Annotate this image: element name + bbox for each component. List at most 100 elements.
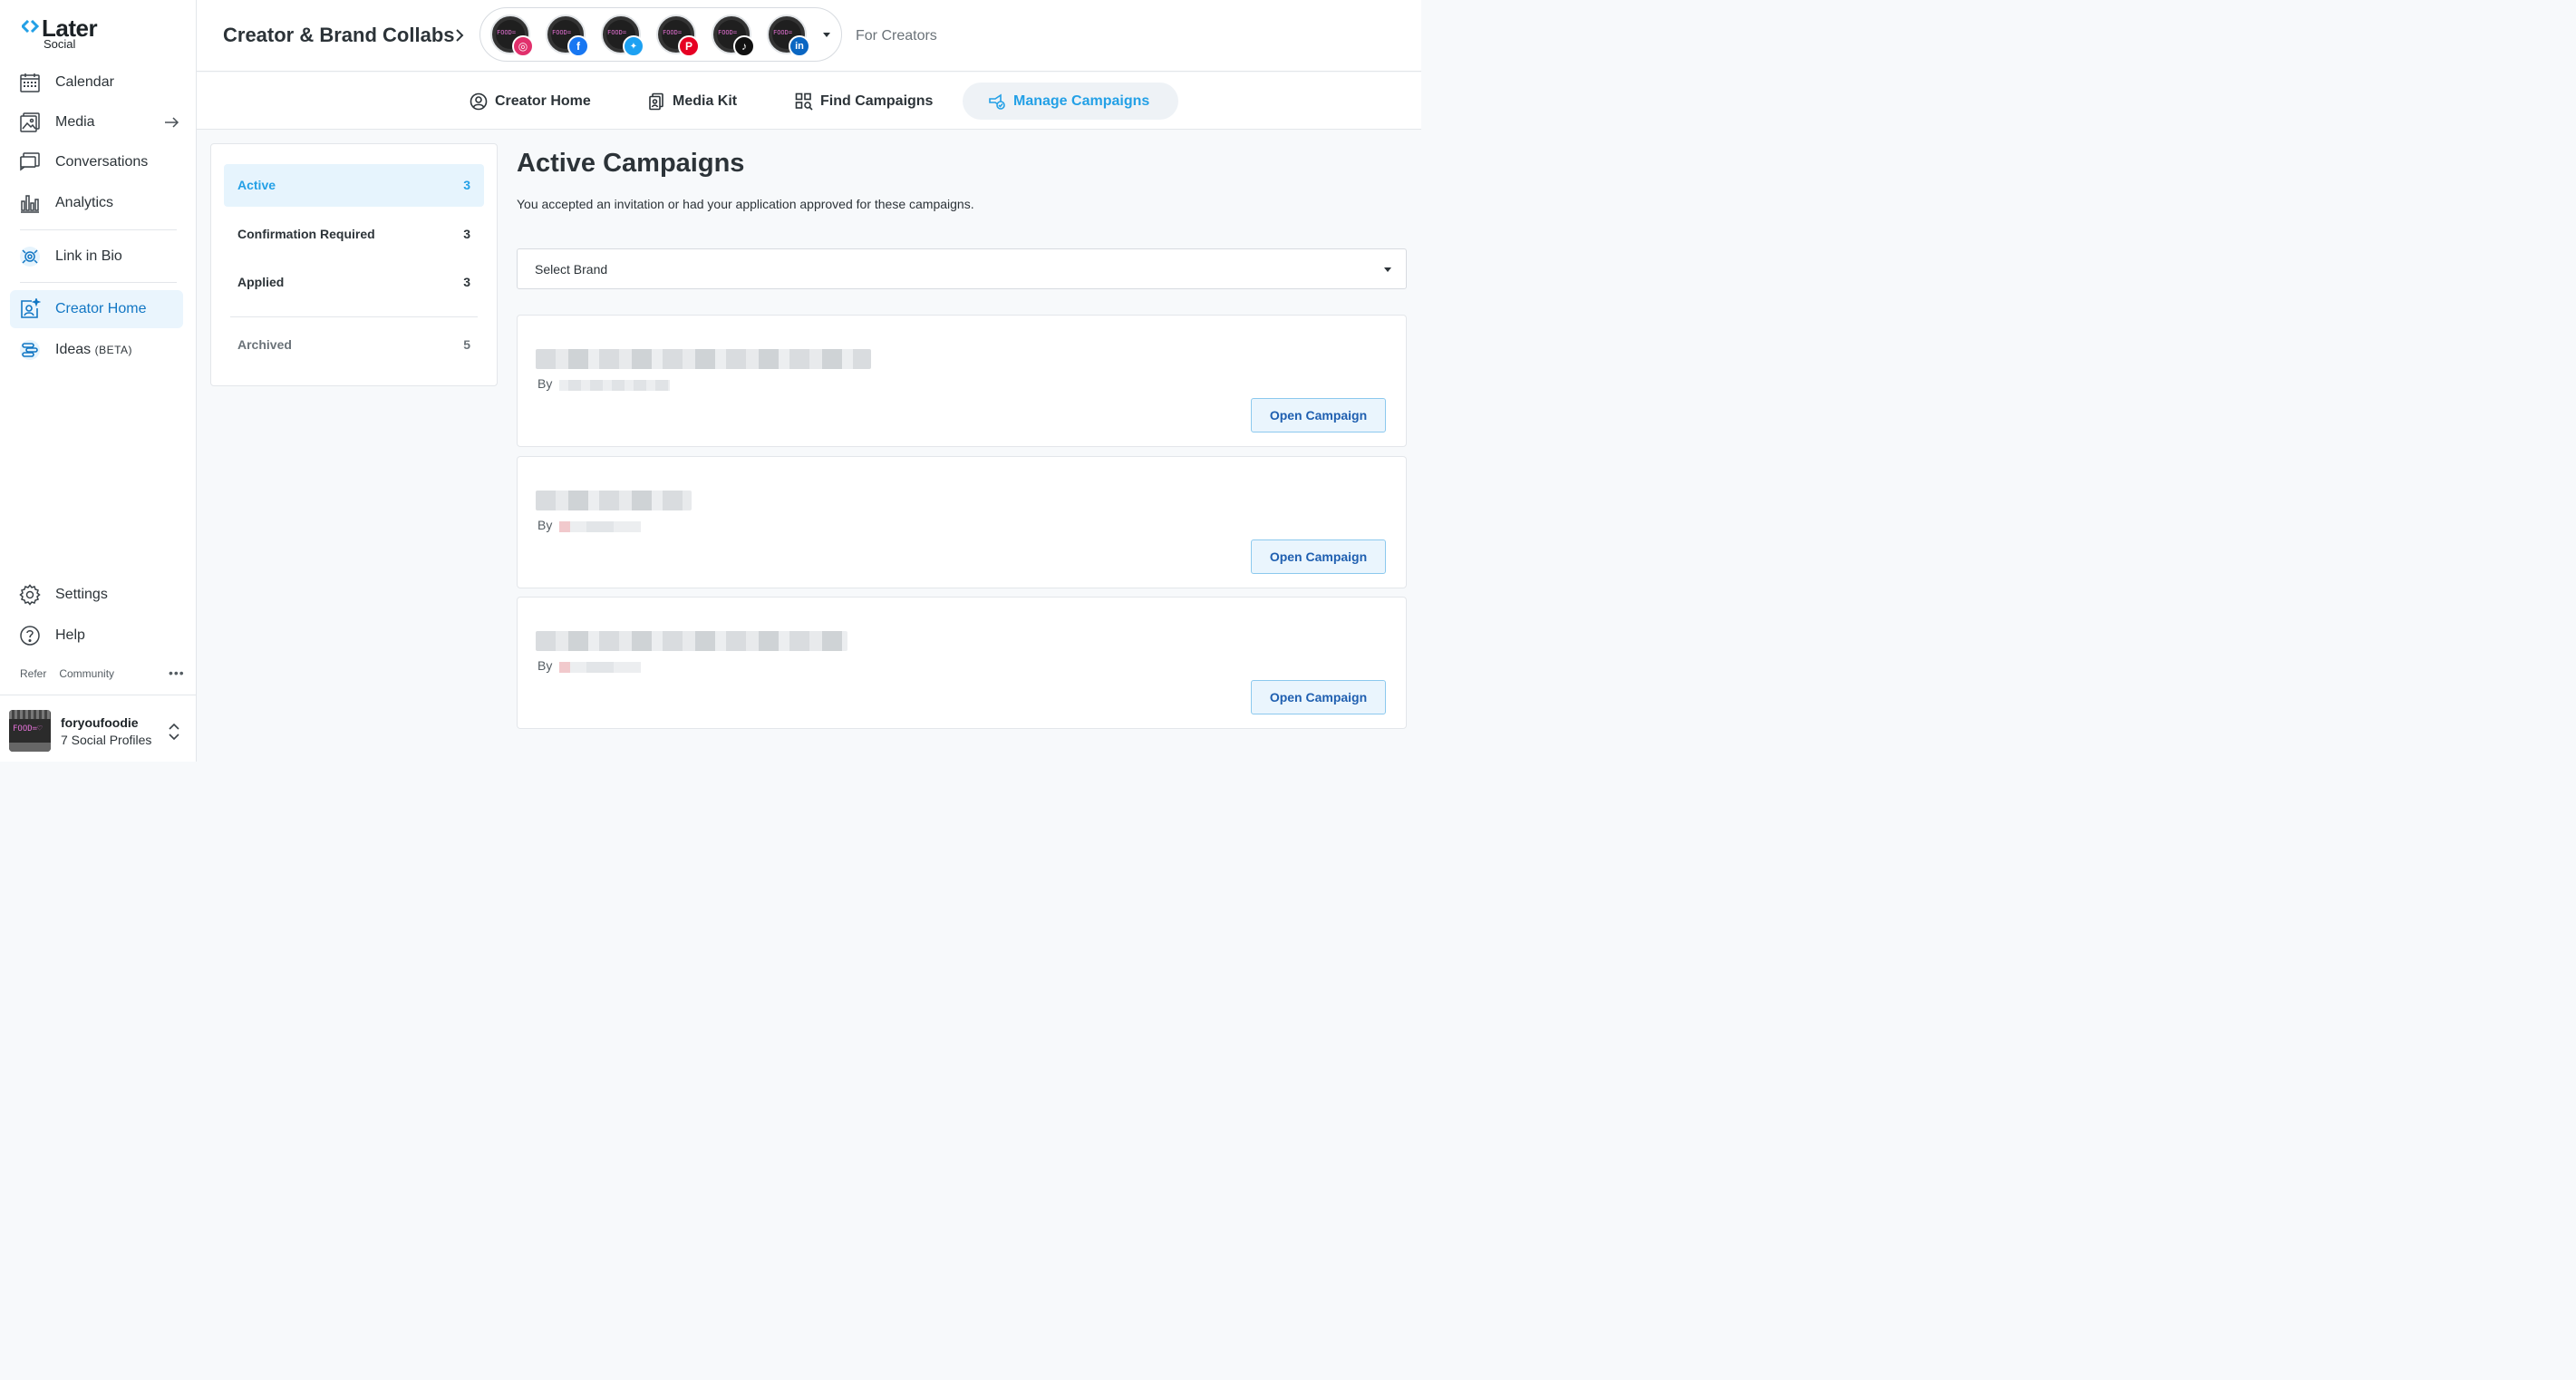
avatar: FOOD=♡ — [9, 710, 51, 752]
find-campaigns-icon — [795, 92, 813, 111]
sidebar-item-label: Settings — [55, 587, 108, 602]
twitter-icon: ✦ — [623, 35, 644, 57]
sidebar-item-ideas[interactable]: Ideas (BETA) — [10, 331, 183, 369]
filter-count: 3 — [463, 178, 470, 192]
filter-active[interactable]: Active 3 — [224, 164, 484, 207]
filter-archived[interactable]: Archived 5 — [224, 324, 484, 366]
social-profiles-selector[interactable]: FOOD= ◎ FOOD= f FOOD= ✦ FOOD= P FOOD= ♪ … — [479, 7, 842, 62]
facebook-icon: f — [567, 35, 589, 57]
profile-count: 7 Social Profiles — [61, 733, 152, 747]
media-icon — [20, 112, 40, 132]
campaign-brand-redacted — [559, 662, 641, 673]
sidebar-item-media[interactable]: Media — [10, 103, 183, 141]
campaign-filter-list: Active 3 Confirmation Required 3 Applied… — [210, 143, 498, 386]
pinterest-icon: P — [678, 35, 700, 57]
sidebar-item-link-in-bio[interactable]: Link in Bio — [10, 238, 183, 276]
campaign-card: By Open Campaign — [517, 597, 1407, 729]
filter-count: 3 — [463, 227, 470, 241]
beta-badge: (BETA) — [94, 344, 133, 356]
header: Creator & Brand Collabs FOOD= ◎ FOOD= f … — [197, 0, 1421, 72]
open-campaign-button[interactable]: Open Campaign — [1251, 680, 1386, 714]
sidebar-item-label: Creator Home — [55, 301, 147, 316]
caret-down-icon[interactable] — [823, 33, 830, 37]
page-title: Creator & Brand Collabs — [223, 24, 455, 46]
sidebar-item-creator-home[interactable]: Creator Home — [10, 290, 183, 328]
sidebar-divider — [20, 282, 177, 283]
later-logo-icon — [22, 20, 40, 33]
sidebar-item-label: Ideas (BETA) — [55, 342, 132, 358]
tab-find-campaigns[interactable]: Find Campaigns — [795, 83, 933, 120]
sidebar-item-label: Link in Bio — [55, 248, 122, 264]
caret-down-icon — [1384, 267, 1391, 272]
tab-label: Media Kit — [673, 92, 738, 109]
filter-label: Applied — [237, 275, 285, 289]
open-campaign-button[interactable]: Open Campaign — [1251, 398, 1386, 432]
instagram-icon: ◎ — [512, 35, 534, 57]
sidebar-item-label: Conversations — [55, 154, 149, 170]
sidebar-item-label: Help — [55, 627, 85, 643]
tab-label: Creator Home — [495, 92, 591, 109]
conversations-icon — [20, 152, 40, 171]
filter-label: Active — [237, 178, 276, 192]
footer-links: Refer Community — [20, 667, 114, 680]
campaign-title-redacted — [536, 491, 692, 510]
open-campaign-button[interactable]: Open Campaign — [1251, 539, 1386, 574]
tab-bar: Creator Home Media Kit Find Campaigns Ma… — [197, 73, 1421, 130]
campaign-brand-redacted — [559, 380, 670, 391]
link-in-bio-icon — [20, 247, 40, 267]
for-creators-label: For Creators — [856, 28, 937, 44]
creator-home-icon — [21, 298, 41, 318]
sidebar-item-label: Analytics — [55, 195, 114, 210]
sidebar-item-conversations[interactable]: Conversations — [10, 143, 183, 181]
campaign-by-label: By — [537, 376, 553, 391]
gear-icon — [19, 584, 41, 606]
filter-divider — [230, 316, 478, 317]
sidebar-item-label: Calendar — [55, 74, 114, 90]
chevron-up-down-icon[interactable] — [167, 721, 181, 743]
tab-manage-campaigns[interactable]: Manage Campaigns — [963, 83, 1178, 120]
section-description: You accepted an invitation or had your a… — [517, 197, 974, 211]
filter-applied[interactable]: Applied 3 — [224, 261, 484, 304]
sidebar-item-label: Media — [55, 114, 95, 130]
logo-subtitle: Social — [44, 37, 76, 51]
manage-campaigns-icon — [989, 93, 1005, 110]
more-icon[interactable]: ••• — [169, 666, 185, 680]
tab-creator-home[interactable]: Creator Home — [470, 83, 591, 120]
campaign-card: By Open Campaign — [517, 315, 1407, 447]
filter-confirmation-required[interactable]: Confirmation Required 3 — [224, 213, 484, 256]
campaign-title-redacted — [536, 631, 847, 651]
sidebar: Later Social Calendar Media Conversation… — [0, 0, 197, 762]
profile-switcher[interactable]: FOOD=♡ foryoufoodie 7 Social Profiles — [0, 695, 196, 762]
ideas-label: Ideas — [55, 342, 92, 357]
campaign-by-label: By — [537, 658, 553, 673]
arrow-right-icon[interactable] — [163, 112, 179, 132]
sidebar-divider — [20, 229, 177, 230]
campaign-card: By Open Campaign — [517, 456, 1407, 588]
campaign-by-label: By — [537, 518, 553, 532]
analytics-icon — [21, 195, 39, 213]
filter-count: 5 — [463, 337, 470, 352]
campaign-title-redacted — [536, 349, 871, 369]
filter-label: Confirmation Required — [237, 227, 375, 241]
sidebar-item-settings[interactable]: Settings — [10, 576, 183, 614]
tab-label: Find Campaigns — [820, 92, 934, 109]
filter-label: Archived — [237, 337, 292, 352]
ideas-icon — [20, 340, 40, 360]
tiktok-icon: ♪ — [733, 35, 755, 57]
sidebar-item-help[interactable]: Help — [10, 617, 183, 655]
tab-media-kit[interactable]: Media Kit — [647, 83, 737, 120]
avatar-text: FOOD=♡ — [13, 724, 43, 734]
calendar-icon — [20, 73, 40, 92]
chevron-right-icon — [456, 29, 464, 42]
sidebar-item-calendar[interactable]: Calendar — [10, 63, 183, 102]
filter-count: 3 — [463, 275, 470, 289]
sidebar-item-analytics[interactable]: Analytics — [10, 184, 183, 222]
campaign-brand-redacted — [559, 521, 641, 532]
section-title: Active Campaigns — [517, 149, 745, 178]
media-kit-icon — [649, 92, 663, 110]
brand-select-value: Select Brand — [535, 262, 608, 277]
refer-link[interactable]: Refer — [20, 667, 46, 680]
brand-select[interactable]: Select Brand — [517, 248, 1407, 289]
profile-name: foryoufoodie — [61, 715, 139, 730]
community-link[interactable]: Community — [59, 667, 114, 680]
